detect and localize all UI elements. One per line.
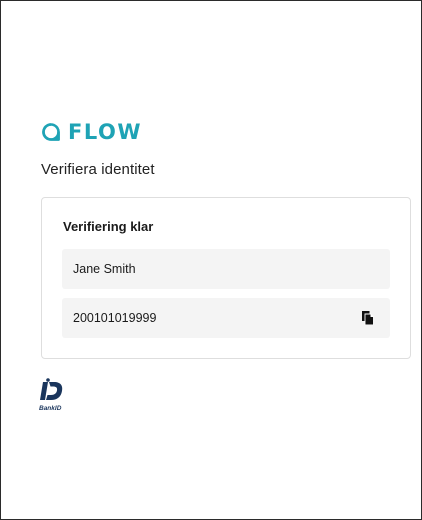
personal-number-value: 200101019999 <box>73 311 157 325</box>
verification-window: FLOW Verifiera identitet Verifiering kla… <box>0 0 422 520</box>
name-field: Jane Smith <box>62 249 390 289</box>
bankid-icon <box>40 378 63 400</box>
name-value: Jane Smith <box>73 262 136 276</box>
brand-name: FLOW <box>68 120 142 144</box>
verification-card: Verifiering klar Jane Smith 200101019999 <box>41 197 411 359</box>
card-title: Verifiering klar <box>63 219 154 234</box>
personal-number-field: 200101019999 <box>62 298 390 338</box>
page-subtitle: Verifiera identitet <box>41 161 155 178</box>
copy-icon <box>362 311 374 325</box>
flow-logo-icon <box>42 123 60 141</box>
bankid-logo: BankID <box>39 378 75 418</box>
flow-logo: FLOW <box>41 120 142 144</box>
bankid-label: BankID <box>39 405 62 412</box>
copy-button[interactable] <box>360 310 376 326</box>
